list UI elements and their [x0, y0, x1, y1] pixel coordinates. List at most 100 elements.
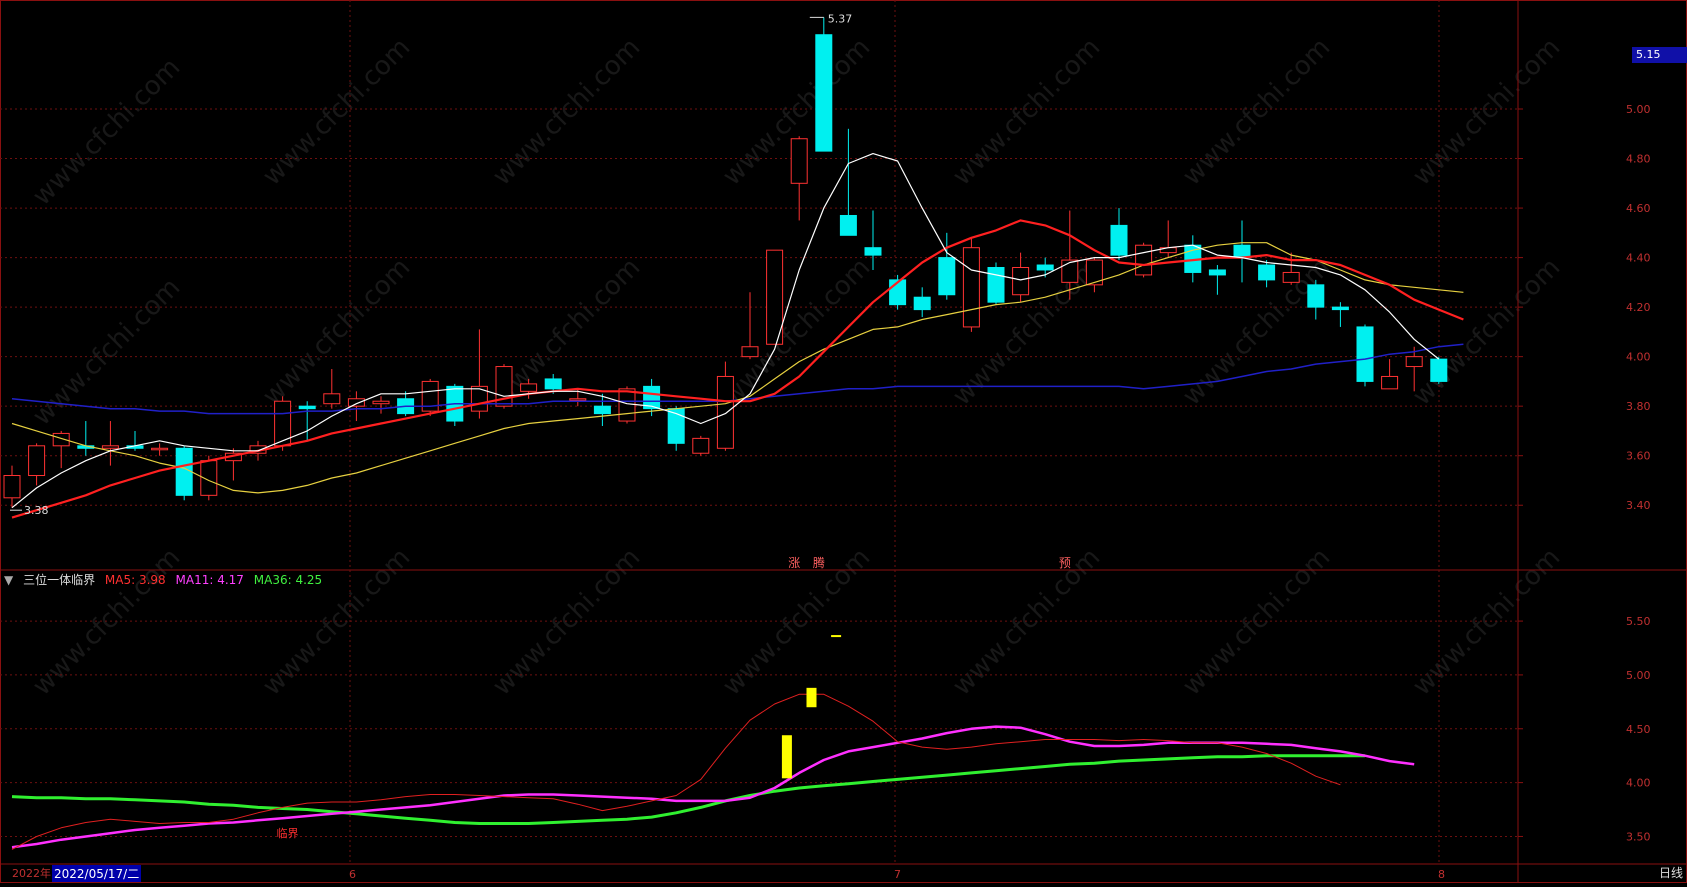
candle: [372, 396, 390, 414]
candle: [1307, 279, 1325, 320]
candle-body: [175, 447, 193, 496]
candle: [101, 421, 119, 466]
candle-body: [1012, 267, 1030, 296]
candle-body: [323, 393, 341, 405]
price-tick-label: 3.40: [1626, 499, 1651, 512]
candle-body: [1208, 269, 1226, 276]
ind-ma36-line: [11, 754, 1365, 825]
candle: [323, 369, 341, 409]
indicator-tick-label: 4.50: [1626, 723, 1651, 736]
candle-body: [913, 296, 931, 311]
indicator-marker: 临界: [277, 826, 299, 840]
price-tick-label: 3.80: [1626, 400, 1651, 413]
candle: [126, 430, 144, 451]
watermark-text: www.cfchi.com: [947, 32, 1106, 191]
watermark-text: www.cfchi.com: [27, 542, 186, 701]
marker-yu: 预: [1059, 556, 1071, 570]
watermark-text: www.cfchi.com: [257, 32, 416, 191]
candle-body: [544, 378, 562, 390]
price-tick-label: 4.00: [1626, 351, 1651, 364]
candle: [1381, 359, 1399, 390]
candle: [1233, 220, 1251, 283]
kline-chart[interactable]: www.cfchi.com www.cfchi.com www.cfchi.com w…: [0, 0, 1687, 883]
candle-body: [815, 34, 833, 152]
candle: [151, 443, 169, 456]
signal-bar: [806, 687, 817, 708]
candle-body: [101, 445, 119, 449]
high-label: 5.37: [828, 12, 853, 25]
watermark-text: www.cfchi.com: [487, 32, 646, 191]
marker-teng: 腾: [813, 555, 825, 570]
candle: [77, 421, 95, 456]
indicator-header: ▼ 三位一体临界 MA5: 3.98 MA11: 4.17 MA36: 4.25: [4, 571, 328, 588]
candle: [1258, 260, 1276, 288]
candle-body: [987, 267, 1005, 303]
month-label-6: 6: [349, 868, 356, 881]
watermark-text: www.cfchi.com: [1407, 542, 1566, 701]
candle-body: [347, 398, 365, 407]
candle-body: [3, 475, 21, 499]
candle: [593, 393, 611, 426]
low-label: 3.38: [24, 504, 49, 517]
month-label-8: 8: [1438, 868, 1445, 881]
ind-ma5-label: MA5: 3.98: [104, 573, 166, 587]
month-label-7: 7: [894, 868, 901, 881]
ind-ma5-line: [11, 693, 1341, 850]
candle: [667, 406, 685, 451]
candle-body: [864, 247, 882, 256]
candle-body: [938, 257, 956, 296]
candle-body: [1135, 244, 1153, 276]
candle: [741, 292, 759, 360]
candle: [839, 128, 857, 236]
ind-ma36-label: MA36: 4.25: [253, 573, 323, 587]
candle: [3, 465, 21, 508]
candle-body: [1233, 244, 1251, 259]
candle-body: [298, 405, 316, 410]
marker-zhang: 涨: [788, 555, 800, 570]
candle-body: [716, 375, 734, 449]
candle: [397, 391, 415, 417]
candle-body: [1282, 271, 1300, 283]
date-label: 2022/05/17/二: [52, 865, 142, 882]
candle-body: [593, 405, 611, 415]
price-tick-label: 4.20: [1626, 301, 1651, 314]
signal-bar: [831, 635, 842, 638]
candle: [913, 287, 931, 318]
price-tick-label: 4.60: [1626, 202, 1651, 215]
price-tick-label: 5.00: [1626, 103, 1651, 116]
ind-ma11-label: MA11: 4.17: [175, 573, 244, 587]
candle-body: [1110, 224, 1128, 256]
candle: [1356, 324, 1374, 387]
watermark-text: www.cfchi.com: [1177, 252, 1336, 411]
watermark-text: www.cfchi.com: [27, 52, 186, 211]
indicator-tick-label: 4.00: [1626, 777, 1651, 790]
signal-bar: [781, 735, 792, 779]
candle-body: [618, 388, 636, 422]
candle: [716, 361, 734, 451]
candle-body: [151, 447, 169, 451]
candle: [1159, 220, 1177, 258]
price-tick-label: 3.60: [1626, 450, 1651, 463]
watermark-text: www.cfchi.com: [1407, 252, 1566, 411]
current-price-box: 5.15: [1632, 47, 1687, 63]
candle: [962, 237, 980, 332]
timeframe-label[interactable]: 日线: [1659, 864, 1683, 881]
indicator-name[interactable]: 三位一体临界: [23, 573, 95, 587]
candle: [790, 136, 808, 221]
outer-border: [0, 0, 1687, 883]
watermark-text: www.cfchi.com: [257, 252, 416, 411]
candle: [1110, 208, 1128, 261]
candle-body: [962, 247, 980, 328]
candle-body: [839, 214, 857, 236]
year-label: 2022年: [12, 867, 51, 880]
candle: [889, 274, 907, 310]
candle: [864, 210, 882, 270]
candle-body: [692, 437, 710, 454]
candle: [28, 443, 46, 486]
candle: [1430, 356, 1448, 384]
collapse-icon[interactable]: ▼: [4, 573, 13, 587]
candle-body: [1258, 264, 1276, 281]
candle-body: [1036, 264, 1054, 271]
candle: [1331, 302, 1349, 327]
chart-stage: www.cfchi.com www.cfchi.com www.cfchi.com w…: [0, 0, 1687, 883]
